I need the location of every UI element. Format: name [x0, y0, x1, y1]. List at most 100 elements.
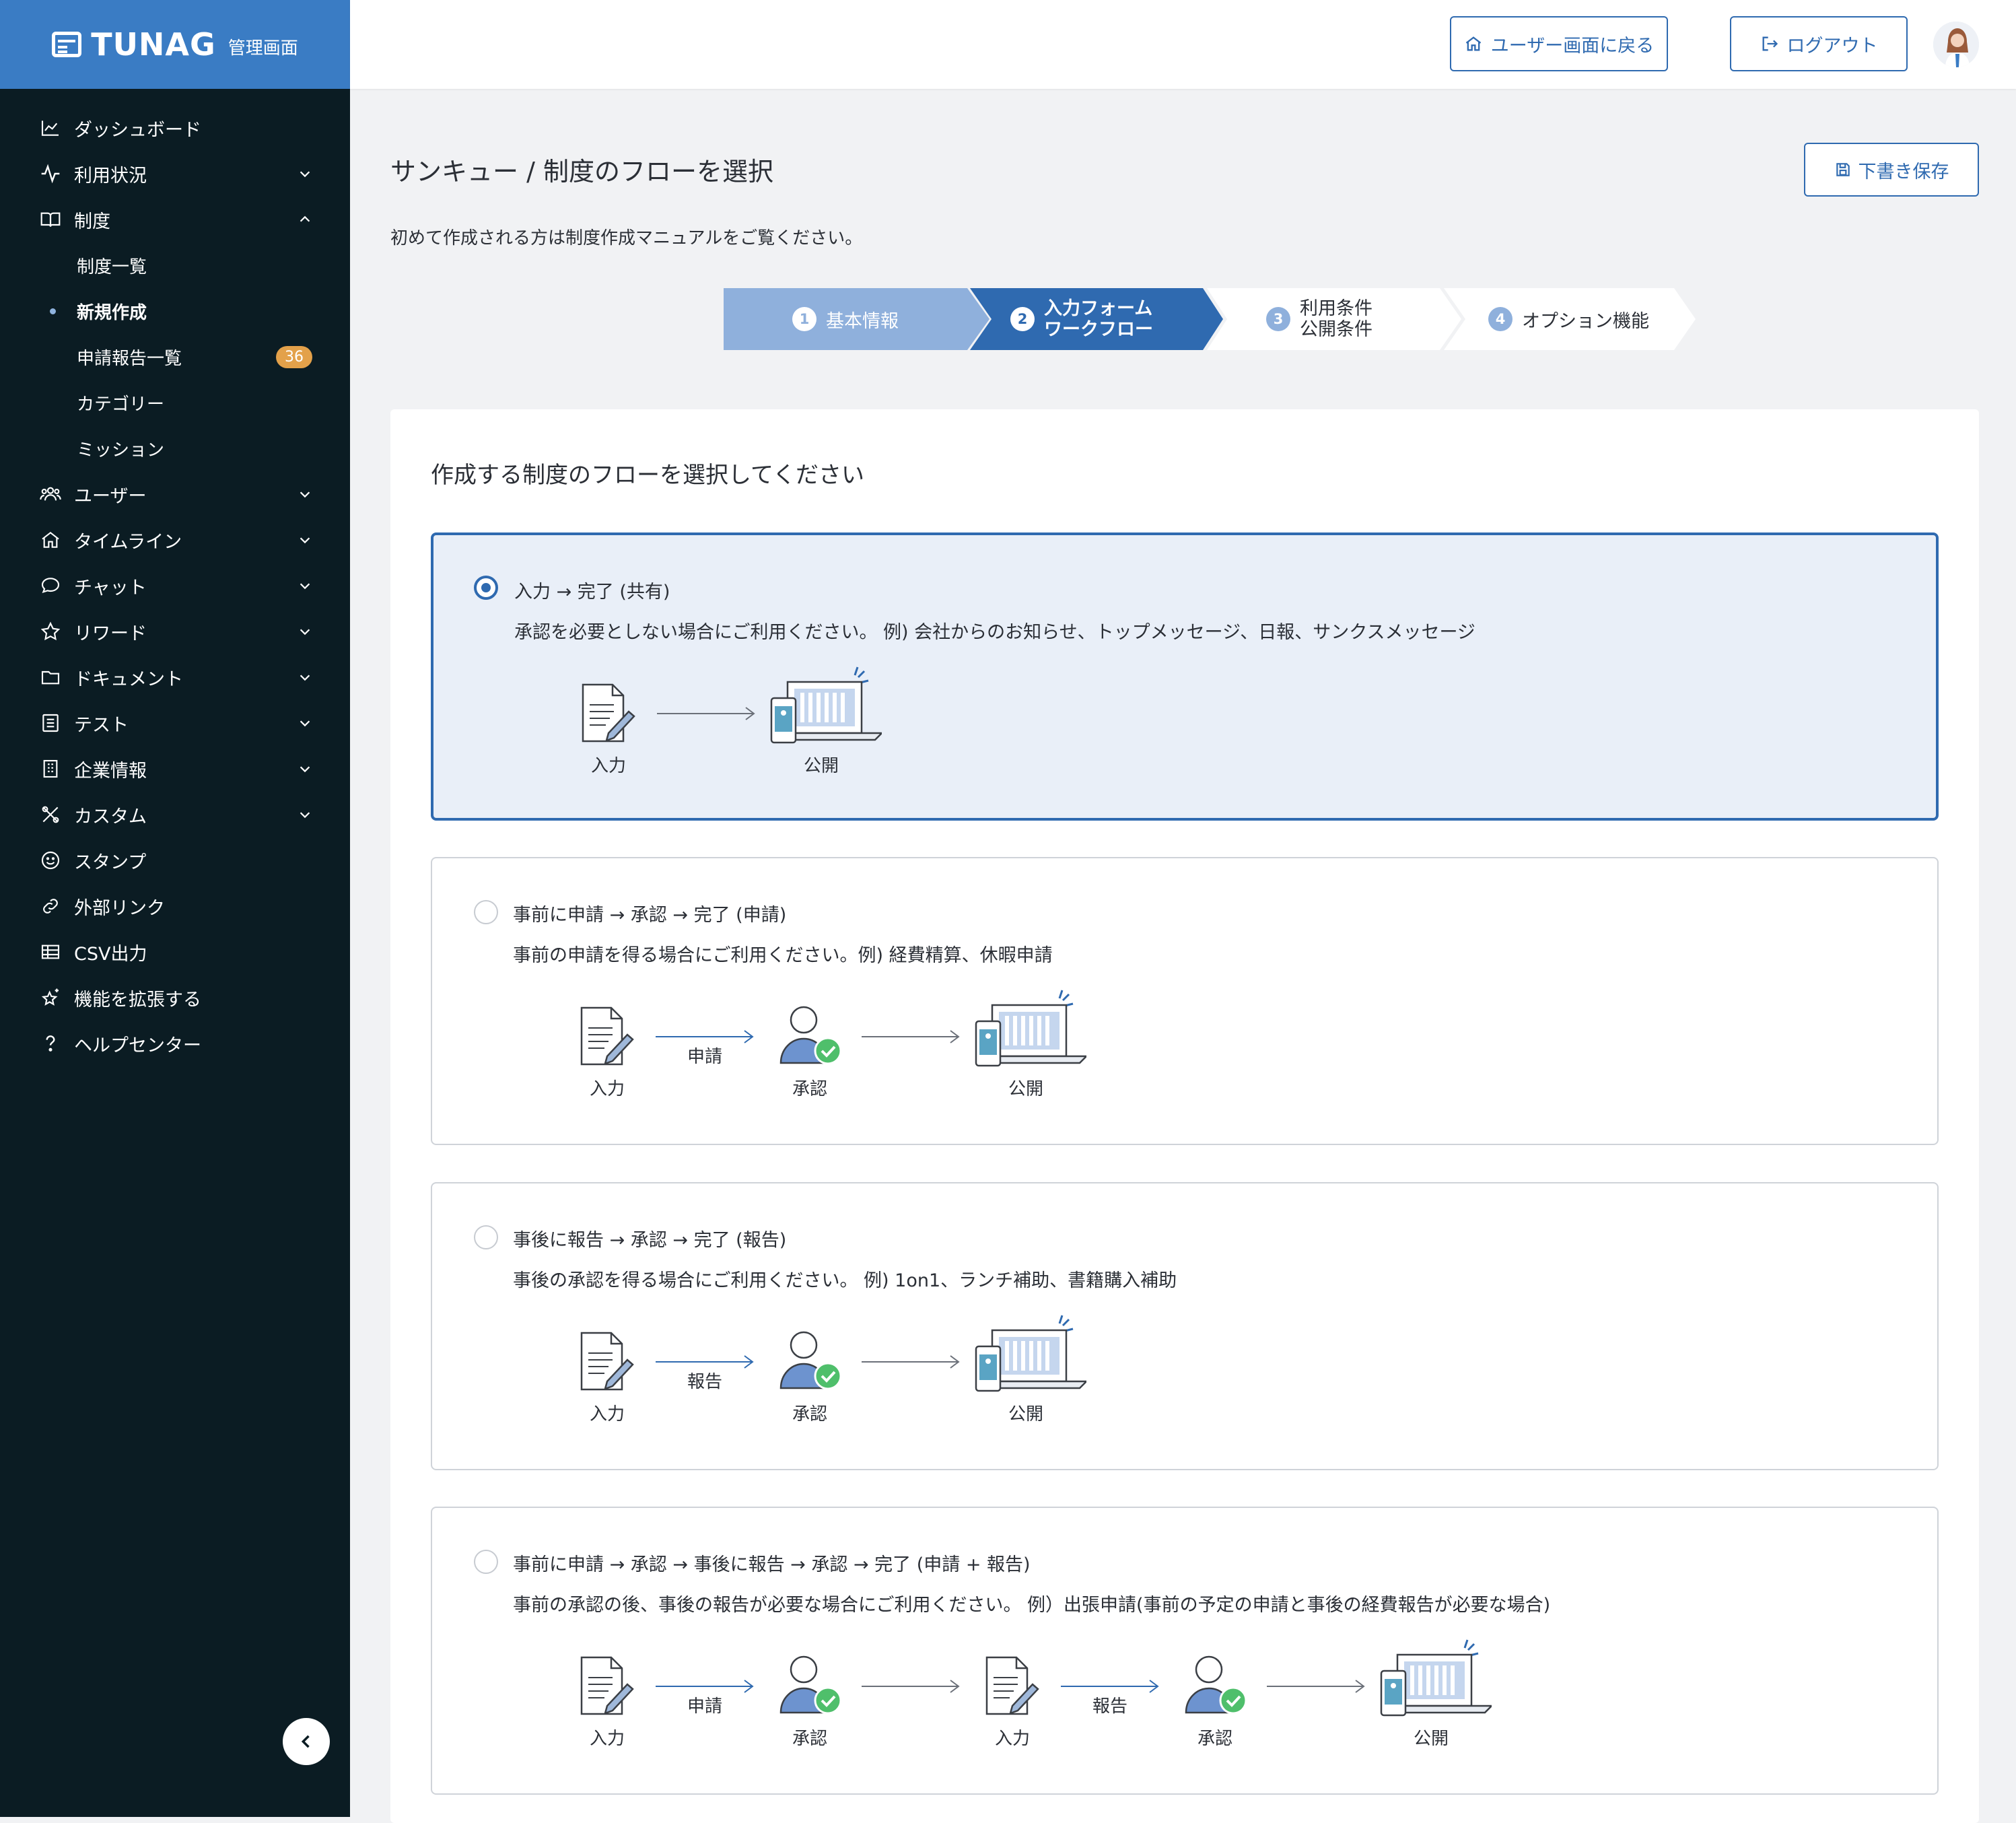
step-label: 入力フォーム — [1044, 298, 1153, 319]
sidebar-item-stamp[interactable]: スタンプ — [0, 837, 350, 883]
flow-node-label: 入力 — [589, 1079, 625, 1099]
sidebar-subitem-mission[interactable]: ミッション — [0, 425, 350, 471]
flow-node-person — [1178, 1653, 1252, 1723]
logout-label: ログアウト — [1786, 35, 1878, 57]
sidebar-item-timeline[interactable]: タイムライン — [0, 517, 350, 563]
chevron-down-icon — [300, 171, 310, 178]
checklist-icon — [39, 712, 62, 734]
sidebar-item-custom[interactable]: カスタム — [0, 792, 350, 837]
sidebar-item-chat[interactable]: チャット — [0, 563, 350, 609]
sidebar-item-help[interactable]: ヘルプセンター — [0, 1021, 350, 1066]
sidebar-item-reward[interactable]: リワード — [0, 609, 350, 654]
step-1[interactable]: 1 基本情報 — [792, 288, 899, 350]
brand-name: TUNAG — [91, 26, 216, 63]
sidebar-subitem-label: ミッション — [77, 440, 165, 460]
step-label: オプション機能 — [1522, 310, 1649, 332]
flow-option-apply-and-report[interactable]: 事前に申請 → 承認 → 事後に報告 → 承認 → 完了 (申請 + 報告) 事… — [431, 1507, 1939, 1795]
sidebar-item-label: タイムライン — [74, 531, 182, 553]
radio-unselected[interactable] — [474, 1225, 498, 1249]
flow-node-doc — [575, 681, 642, 750]
sidebar-item-document[interactable]: ドキュメント — [0, 654, 350, 700]
document-edit-icon — [580, 1006, 634, 1066]
sidebar-subitem-reports[interactable]: 申請報告一覧 36 — [0, 334, 350, 380]
document-edit-icon — [580, 1332, 634, 1391]
sidebar-item-extend[interactable]: 機能を拡張する — [0, 975, 350, 1021]
document-edit-icon — [985, 1656, 1039, 1715]
sidebar-item-users[interactable]: ユーザー — [0, 471, 350, 517]
sidebar-subitem-category[interactable]: カテゴリー — [0, 380, 350, 425]
flow-node-doc — [573, 1329, 641, 1398]
save-draft-button[interactable]: 下書き保存 — [1804, 143, 1979, 197]
flow-arrow-label: 申請 — [687, 1047, 722, 1067]
publish-devices-icon — [770, 666, 884, 744]
chevron-down-icon — [300, 720, 310, 727]
option-title: 事前に申請 → 承認 → 事後に報告 → 承認 → 完了 (申請 + 報告) — [513, 1554, 1031, 1575]
sidebar-item-company[interactable]: 企業情報 — [0, 746, 350, 792]
flow-node-label: 公開 — [1008, 1404, 1043, 1424]
flow-option-share[interactable]: 入力 → 完了 (共有) 承認を必要としない場合にご利用ください。 例) 会社か… — [431, 532, 1939, 821]
step-label-line2: ワークフロー — [1044, 319, 1153, 340]
sidebar-item-test[interactable]: テスト — [0, 700, 350, 746]
collapse-sidebar-button[interactable] — [283, 1718, 330, 1765]
flow-node-doc — [979, 1653, 1046, 1723]
logout-button[interactable]: ログアウト — [1730, 16, 1908, 71]
flow-node-label: 公開 — [1008, 1079, 1043, 1099]
flow-arrow — [860, 1352, 961, 1372]
flow-node-person — [773, 1653, 847, 1723]
step-4[interactable]: 4 オプション機能 — [1488, 288, 1649, 350]
back-button-label: ユーザー画面に戻る — [1490, 35, 1655, 57]
tools-icon — [39, 803, 62, 826]
arrow-right-icon — [862, 1355, 960, 1369]
flow-node-pc — [1377, 1635, 1494, 1723]
sidebar-item-dashboard[interactable]: ダッシュボード — [0, 105, 350, 151]
flow-arrow-label: 報告 — [687, 1372, 722, 1392]
sidebar-item-usage[interactable]: 利用状況 — [0, 151, 350, 197]
chevron-down-icon — [300, 583, 310, 590]
flow-option-report[interactable]: 事後に報告 → 承認 → 完了 (報告) 事後の承認を得る場合にご利用ください。… — [431, 1182, 1939, 1470]
flow-node-label: 入力 — [994, 1729, 1030, 1749]
table-icon — [39, 940, 62, 963]
flow-option-apply[interactable]: 事前に申請 → 承認 → 完了 (申請) 事前の申請を得る場合にご利用ください。… — [431, 857, 1939, 1145]
option-title: 事後に報告 → 承認 → 完了 (報告) — [513, 1230, 787, 1251]
option-title: 事前に申請 → 承認 → 完了 (申請) — [513, 905, 787, 926]
step-label-block: 入力フォーム ワークフロー — [1044, 298, 1153, 340]
flow-arrow — [860, 1027, 961, 1047]
step-label: 基本情報 — [826, 310, 899, 332]
sidebar-item-system[interactable]: 制度 — [0, 197, 350, 242]
flow-node-person — [773, 1004, 847, 1073]
publish-devices-icon — [975, 990, 1089, 1067]
arrow-right-icon — [862, 1680, 960, 1693]
tunag-logo: TUNAG — [52, 26, 216, 63]
book-open-icon — [39, 208, 62, 231]
sidebar-nav: ダッシュボード 利用状況 制度 制度一覧 新規作成 申請報告一覧 36 カテゴリ… — [0, 89, 350, 1066]
progress-stepper: 1 基本情報 2 入力フォーム ワークフロー 3 利用条件 公開条件 4 オプシ… — [724, 288, 1700, 350]
flow-arrow — [860, 1676, 961, 1696]
sidebar-item-external-link[interactable]: 外部リンク — [0, 883, 350, 929]
sidebar-item-label: 企業情報 — [74, 760, 147, 782]
approver-check-icon — [779, 1006, 842, 1065]
sidebar-subitem-label: カテゴリー — [77, 394, 165, 415]
sidebar-subitem-new[interactable]: 新規作成 — [0, 288, 350, 334]
approver-check-icon — [779, 1331, 842, 1390]
document-edit-icon — [582, 683, 635, 743]
step-2[interactable]: 2 入力フォーム ワークフロー — [1010, 288, 1153, 350]
folder-icon — [39, 666, 62, 689]
brand-bar[interactable]: TUNAG 管理画面 — [0, 0, 350, 89]
flow-selection-card: 作成する制度のフローを選択してください 入力 → 完了 (共有) 承認を必要とし… — [390, 409, 1979, 1823]
step-number: 3 — [1266, 307, 1290, 331]
avatar[interactable] — [1933, 22, 1979, 67]
back-to-user-screen-button[interactable]: ユーザー画面に戻る — [1450, 16, 1668, 71]
sidebar-item-csv[interactable]: CSV出力 — [0, 929, 350, 975]
sidebar-subitem-system-list[interactable]: 制度一覧 — [0, 242, 350, 288]
sidebar-item-label: 外部リンク — [74, 897, 165, 919]
sidebar: TUNAG 管理画面 ダッシュボード 利用状況 制度 制度一覧 新規作成 申請報… — [0, 0, 350, 1817]
step-3[interactable]: 3 利用条件 公開条件 — [1266, 288, 1372, 350]
radio-unselected[interactable] — [474, 900, 498, 924]
publish-devices-icon — [1380, 1639, 1494, 1717]
option-description: 事前の申請を得る場合にご利用ください。例) 経費精算、休暇申請 — [513, 945, 1053, 966]
flow-node-pc — [972, 985, 1089, 1073]
document-edit-icon — [580, 1656, 634, 1715]
flow-node-label: 入力 — [589, 1729, 625, 1749]
radio-selected[interactable] — [474, 576, 498, 600]
radio-unselected[interactable] — [474, 1550, 498, 1574]
